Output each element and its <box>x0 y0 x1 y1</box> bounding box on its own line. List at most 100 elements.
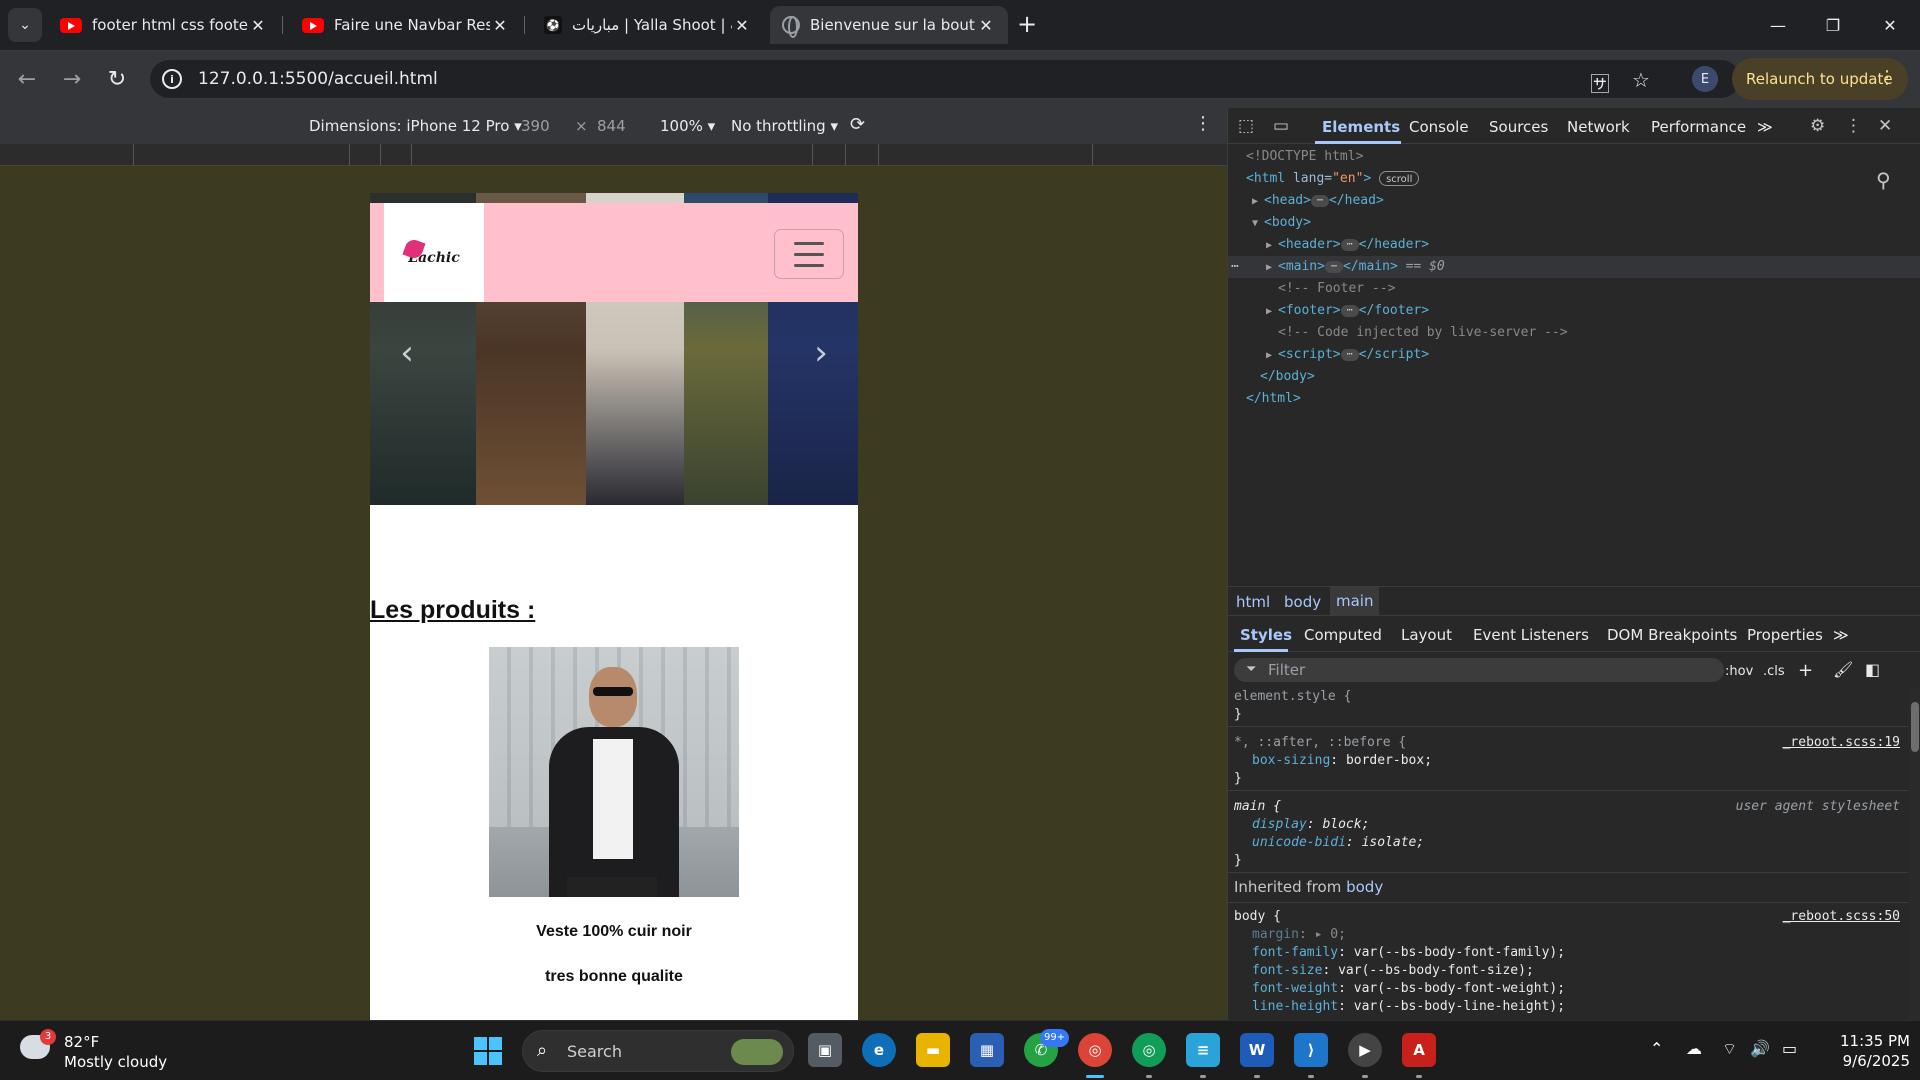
onedrive-cloud-icon[interactable]: ☁ <box>1686 1039 1702 1058</box>
collapse-arrow-icon[interactable]: ▼ <box>1252 213 1264 235</box>
reload-icon[interactable]: ↻ <box>100 62 134 96</box>
vscode-icon[interactable]: ⟩ <box>1294 1033 1328 1067</box>
tab-styles[interactable]: Styles <box>1240 626 1292 644</box>
css-declaration[interactable]: unicode-bidi: isolate; <box>1228 834 1908 852</box>
collapsed-ellipsis[interactable]: ⋯ <box>1340 304 1359 317</box>
css-source-link[interactable]: _reboot.scss:50 <box>1783 908 1900 926</box>
css-declaration[interactable]: font-family: var(--bs-body-font-family); <box>1228 944 1908 962</box>
more-vert-icon[interactable]: ⋮ <box>1878 67 1896 88</box>
acrobat-icon[interactable]: A <box>1402 1033 1436 1067</box>
tab-search-button[interactable]: ⌄ <box>8 8 42 42</box>
dom-node-comment[interactable]: <!-- Code injected by live-server --> <box>1228 322 1920 344</box>
height-input[interactable]: 844 <box>597 117 626 135</box>
css-source-link[interactable]: _reboot.scss:19 <box>1783 734 1900 752</box>
expand-arrow-icon[interactable]: ▶ <box>1266 345 1278 367</box>
notes-app-icon[interactable]: ≡ <box>1186 1033 1220 1067</box>
minimize-icon[interactable]: — <box>1758 8 1798 42</box>
tab-event-listeners[interactable]: Event Listeners <box>1473 626 1589 644</box>
dom-node-body-close[interactable]: </body> <box>1228 366 1920 388</box>
rotate-icon[interactable]: ⟳ <box>850 114 865 135</box>
tab-navbar-responsive[interactable]: Faire une Navbar Responsive en ✕ <box>290 6 522 44</box>
weather-widget[interactable]: 3 82°F Mostly cloudy <box>20 1029 180 1073</box>
close-icon[interactable]: ✕ <box>732 16 752 35</box>
sidebar-toggle-icon[interactable]: ◧ <box>1865 660 1880 679</box>
dom-node-html-close[interactable]: </html> <box>1228 388 1920 410</box>
css-declaration[interactable]: line-height: var(--bs-body-line-height); <box>1228 998 1908 1016</box>
wifi-icon[interactable]: ⌔ <box>1722 1039 1737 1059</box>
more-tabs-icon[interactable]: ≫ <box>1757 118 1773 136</box>
hamburger-menu-icon[interactable] <box>774 229 844 279</box>
volume-icon[interactable]: 🔊 <box>1750 1039 1770 1058</box>
devtools-tab-elements[interactable]: Elements <box>1322 118 1400 136</box>
task-view-icon[interactable]: ▣ <box>808 1033 842 1067</box>
tab-properties[interactable]: Properties <box>1747 626 1823 644</box>
more-vert-icon[interactable]: ⋮ <box>1194 113 1212 134</box>
back-arrow-icon[interactable]: ← <box>10 62 44 96</box>
collapsed-ellipsis[interactable]: ⋯ <box>1340 348 1359 361</box>
more-vert-icon[interactable]: ⋮ <box>1845 116 1862 136</box>
chrome-icon[interactable]: ◎ <box>1078 1033 1112 1067</box>
carousel-prev-icon[interactable]: ‹ <box>392 333 422 373</box>
devtools-tab-performance[interactable]: Performance <box>1651 118 1746 136</box>
collapsed-ellipsis[interactable]: ⋯ <box>1324 260 1343 273</box>
site-logo[interactable]: Lachic <box>384 203 484 302</box>
word-icon[interactable]: W <box>1240 1033 1274 1067</box>
media-player-icon[interactable]: ▶ <box>1348 1033 1382 1067</box>
inherited-from-link[interactable]: body <box>1346 878 1383 896</box>
site-info-icon[interactable]: i <box>162 69 182 89</box>
breadcrumb-html[interactable]: html <box>1236 593 1270 611</box>
inspect-element-icon[interactable]: ⬚ <box>1238 116 1254 136</box>
restore-icon[interactable]: ❐ <box>1813 8 1853 42</box>
devtools-tab-network[interactable]: Network <box>1567 118 1630 136</box>
expand-arrow-icon[interactable]: ▶ <box>1252 191 1264 213</box>
carousel-next-icon[interactable]: › <box>806 333 836 373</box>
dom-tree[interactable]: <!DOCTYPE html> <html lang="en"> scroll … <box>1228 144 1920 584</box>
tab-layout[interactable]: Layout <box>1401 626 1452 644</box>
file-explorer-icon[interactable]: ▬ <box>916 1033 950 1067</box>
address-bar[interactable]: i 127.0.0.1:5500/accueil.html <box>150 60 1740 98</box>
settings-gear-icon[interactable]: ⚙ <box>1810 116 1825 136</box>
collapsed-ellipsis[interactable]: ⋯ <box>1340 238 1359 251</box>
zoom-select[interactable]: 100% ▾ <box>660 117 715 135</box>
dom-node-body[interactable]: ▼ <body> <box>1228 212 1920 234</box>
expand-arrow-icon[interactable]: ▶ <box>1266 257 1278 279</box>
close-devtools-icon[interactable]: ✕ <box>1878 116 1892 136</box>
tab-computed[interactable]: Computed <box>1304 626 1382 644</box>
breadcrumb-main[interactable]: main <box>1330 587 1380 615</box>
dom-node-comment[interactable]: <!-- Footer --> <box>1228 278 1920 300</box>
close-icon[interactable]: ✕ <box>490 16 510 35</box>
device-toggle-icon[interactable]: ▭ <box>1273 116 1289 136</box>
devtools-tab-console[interactable]: Console <box>1409 118 1469 136</box>
new-tab-plus-icon[interactable]: + <box>1017 12 1037 36</box>
dom-node-html[interactable]: <html lang="en"> scroll <box>1228 168 1920 190</box>
css-rule-main[interactable]: main {user agent stylesheet <box>1228 798 1908 816</box>
close-icon[interactable]: ✕ <box>976 16 996 35</box>
throttling-select[interactable]: No throttling ▾ <box>731 117 838 135</box>
system-clock[interactable]: 11:35 PM 9/6/2025 <box>1820 1031 1910 1071</box>
close-window-icon[interactable]: ✕ <box>1870 8 1910 42</box>
battery-icon[interactable]: ▭ <box>1782 1039 1797 1058</box>
styles-scrollbar[interactable] <box>1909 688 1920 1020</box>
close-icon[interactable]: ✕ <box>248 16 268 35</box>
node-actions-icon[interactable]: ⋯ <box>1231 256 1239 278</box>
scrollbar-thumb[interactable] <box>1911 702 1919 752</box>
tab-yalla-shoot[interactable]: ⚽ مباريات | Yalla Shoot | يلا شوت ✕ <box>532 6 764 44</box>
dom-node-footer[interactable]: ▶ <footer> ⋯ </footer> <box>1228 300 1920 322</box>
width-input[interactable]: 390 <box>521 117 550 135</box>
dom-node-head[interactable]: ▶ <head> ⋯ </head> <box>1228 190 1920 212</box>
breadcrumb-body[interactable]: body <box>1284 593 1321 611</box>
tab-dom-breakpoints[interactable]: DOM Breakpoints <box>1607 626 1737 644</box>
media-query-ruler[interactable] <box>0 144 1227 166</box>
css-rule-body[interactable]: body {_reboot.scss:50 <box>1228 908 1908 926</box>
hov-toggle[interactable]: :hov <box>1725 664 1753 679</box>
translate-icon[interactable]: 🈂 <box>1590 68 1610 97</box>
cls-toggle[interactable]: .cls <box>1763 664 1785 679</box>
ms-store-icon[interactable]: ▦ <box>970 1033 1004 1067</box>
relaunch-button[interactable]: Relaunch to update ⋮ <box>1732 58 1908 100</box>
css-declaration-inactive[interactable]: margin: ▸ 0; <box>1228 926 1908 944</box>
css-declaration[interactable]: box-sizing: border-box; <box>1228 752 1908 770</box>
dom-node-script[interactable]: ▶ <script> ⋯ </script> <box>1228 344 1920 366</box>
bookmark-star-icon[interactable]: ☆ <box>1632 68 1650 92</box>
accessibility-icon[interactable]: ⚲ <box>1876 168 1891 192</box>
forward-arrow-icon[interactable]: → <box>55 62 89 96</box>
